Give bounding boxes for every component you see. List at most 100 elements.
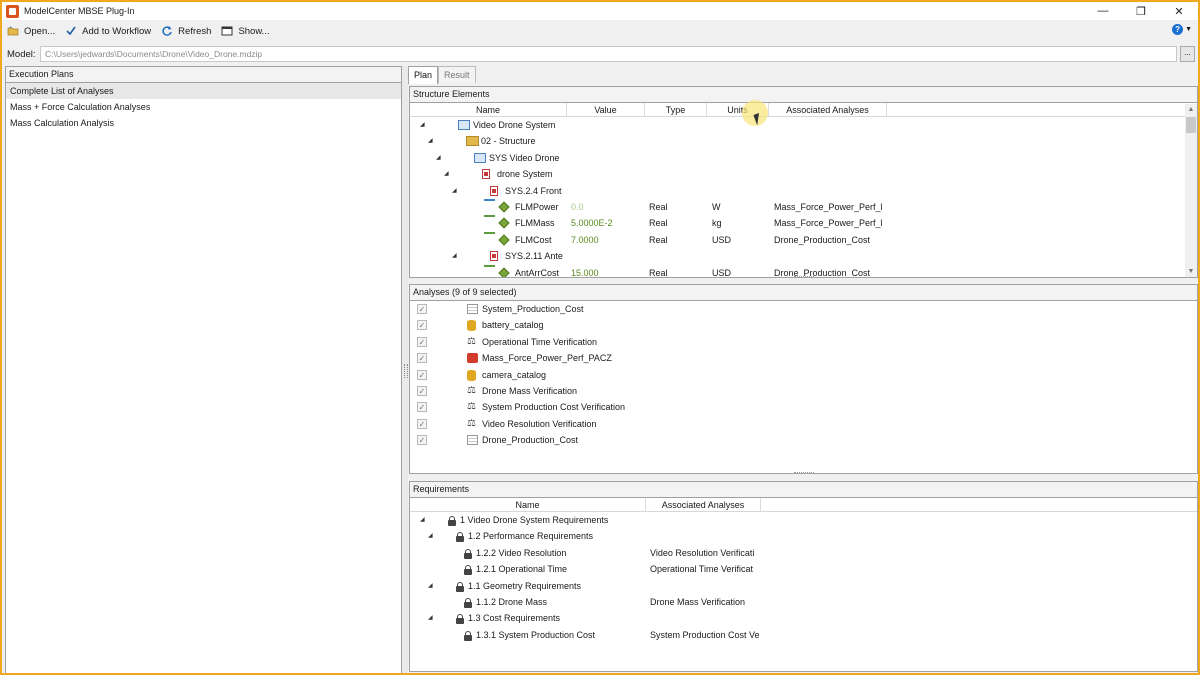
requirement-row[interactable]: 1.1.2 Drone Mass Drone Mass Verification — [410, 594, 1197, 610]
structure-units: W — [712, 201, 721, 212]
execution-plans-panel: Execution Plans Complete List of Analyse… — [5, 66, 402, 673]
analysis-item[interactable]: ✓ camera_catalog — [410, 367, 1197, 383]
analysis-checkbox[interactable]: ✓ — [417, 435, 427, 446]
structure-name: FLMCost — [515, 234, 552, 245]
add-to-workflow-button[interactable]: Add to Workflow — [60, 21, 156, 41]
expand-toggle-icon[interactable]: ◢ — [452, 248, 457, 264]
requirement-row[interactable]: 1.2.2 Video Resolution Video Resolution V… — [410, 545, 1197, 561]
structure-name: 02 - Structure — [481, 136, 536, 147]
analysis-item[interactable]: ✓ ⚖ Video Resolution Verification — [410, 416, 1197, 432]
open-button[interactable]: Open... — [2, 21, 60, 41]
requirements-panel: Requirements Name Associated Analyses ◢ 1… — [409, 481, 1198, 672]
connector-arrow-icon — [484, 231, 495, 234]
execution-plan-item[interactable]: Mass + Force Calculation Analyses — [6, 99, 401, 115]
analysis-item[interactable]: ✓ ⚖ Operational Time Verification — [410, 334, 1197, 350]
analysis-item[interactable]: ✓ Drone_Production_Cost — [410, 432, 1197, 448]
scroll-thumb[interactable] — [1186, 117, 1196, 133]
structure-type: Real — [649, 201, 668, 212]
structure-row[interactable]: ◢ drone System — [410, 166, 1197, 182]
expand-toggle-icon[interactable]: ◢ — [428, 528, 433, 544]
expand-toggle-icon[interactable]: ◢ — [444, 166, 449, 182]
column-name[interactable]: Name — [410, 498, 646, 512]
expand-toggle-icon[interactable]: ◢ — [428, 578, 433, 594]
structure-name: SYS Video Drone — [489, 152, 560, 163]
column-associated-analyses[interactable]: Associated Analyses — [769, 103, 887, 117]
column-name[interactable]: Name — [410, 103, 567, 117]
analysis-checkbox[interactable]: ✓ — [417, 304, 427, 314]
column-type[interactable]: Type — [645, 103, 707, 117]
model-path-field[interactable]: C:\Users\jedwards\Documents\Drone\Video_… — [40, 46, 1177, 62]
analysis-checkbox[interactable]: ✓ — [417, 353, 427, 364]
structure-row[interactable]: FLMCost 7.0000 Real USD Drone_Production_Cos… — [410, 231, 1197, 248]
requirement-row[interactable]: ◢ 1.1 Geometry Requirements — [410, 578, 1197, 594]
structure-units: USD — [712, 267, 732, 278]
analysis-checkbox[interactable]: ✓ — [417, 402, 427, 413]
resize-grip[interactable] — [794, 472, 814, 473]
analysis-checkbox[interactable]: ✓ — [417, 320, 427, 331]
requirement-row[interactable]: ◢ 1.2 Performance Requirements — [410, 528, 1197, 544]
structure-name: SYS.2.11 Ante — [505, 251, 563, 262]
refresh-button[interactable]: Refresh — [156, 21, 216, 41]
system-block-icon — [458, 120, 470, 130]
analysis-checkbox[interactable]: ✓ — [417, 418, 427, 429]
execution-plan-item[interactable]: Mass Calculation Analysis — [6, 115, 401, 131]
expand-toggle-icon[interactable]: ◢ — [420, 117, 425, 133]
expand-toggle-icon[interactable]: ◢ — [428, 610, 433, 626]
structure-column-header: Name Value Type Units Associated Analyse… — [410, 103, 1197, 117]
structure-value: 5.0000E-2 — [571, 218, 613, 229]
column-associated-analyses[interactable]: Associated Analyses — [646, 498, 761, 512]
structure-row[interactable]: FLMMass 5.0000E-2 Real kg Mass_Force_Power_P… — [410, 215, 1197, 231]
structure-row[interactable]: ◢ Video Drone System — [410, 117, 1197, 133]
tab-result[interactable]: Result — [438, 66, 476, 83]
maximize-button[interactable]: ❐ — [1122, 2, 1160, 20]
spreadsheet-icon — [467, 304, 478, 314]
structure-scrollbar[interactable]: ▲ ▼ — [1185, 104, 1197, 277]
analysis-item[interactable]: ✓ Mass_Force_Power_Perf_PACZ — [410, 350, 1197, 366]
structure-name: FLMPower — [515, 201, 559, 212]
requirement-row[interactable]: ◢ 1.3 Cost Requirements — [410, 610, 1197, 626]
minimize-button[interactable]: — — [1084, 2, 1122, 20]
show-button[interactable]: Show... — [216, 21, 274, 41]
requirement-row[interactable]: ◢ 1 Video Drone System Requirements — [410, 512, 1197, 528]
structure-row[interactable]: FLMPower 0.0 Real W Mass_Force_Power_Perf_Pi — [410, 198, 1197, 215]
window-controls: — ❐ ✕ — [1084, 2, 1198, 20]
main-window: ModelCenter MBSE Plug-In — ❐ ✕ Open... A… — [0, 0, 1200, 675]
structure-associated-analyses: Mass_Force_Power_Perf_Pi — [774, 201, 882, 212]
expand-toggle-icon[interactable]: ◢ — [428, 133, 433, 149]
part-block-icon — [490, 251, 498, 262]
analysis-checkbox[interactable]: ✓ — [417, 385, 427, 396]
requirement-row[interactable]: 1.2.1 Operational Time Operational Time V… — [410, 561, 1197, 577]
scroll-up-icon[interactable]: ▲ — [1185, 104, 1197, 116]
column-value[interactable]: Value — [567, 103, 645, 117]
requirement-associated-analyses: Video Resolution Verificati — [650, 547, 755, 558]
requirements-column-header: Name Associated Analyses — [410, 498, 1197, 512]
analysis-item[interactable]: ✓ battery_catalog — [410, 317, 1197, 333]
structure-row[interactable]: ◢ 02 - Structure — [410, 133, 1197, 149]
structure-row[interactable]: ◢ SYS.2.11 Ante — [410, 248, 1197, 264]
model-label: Model: — [7, 48, 36, 60]
analysis-item[interactable]: ✓ ⚖ Drone Mass Verification — [410, 383, 1197, 399]
database-icon — [467, 320, 476, 332]
close-button[interactable]: ✕ — [1160, 2, 1198, 20]
tab-plan[interactable]: Plan — [408, 66, 439, 84]
analysis-item[interactable]: ✓ System_Production_Cost — [410, 301, 1197, 317]
scale-icon: ⚖ — [467, 401, 476, 413]
analysis-checkbox[interactable]: ✓ — [417, 336, 427, 347]
structure-type: Real — [649, 234, 668, 245]
structure-name: SYS.2.4 Front — [505, 185, 562, 196]
help-menu[interactable]: ? ▼ — [1172, 24, 1192, 35]
expand-toggle-icon[interactable]: ◢ — [452, 183, 457, 199]
analysis-item[interactable]: ✓ ⚖ System Production Cost Verification — [410, 399, 1197, 415]
analysis-checkbox[interactable]: ✓ — [417, 369, 427, 380]
expand-toggle-icon[interactable]: ◢ — [436, 150, 441, 166]
execution-plan-item[interactable]: Complete List of Analyses — [6, 83, 401, 99]
analysis-label: Operational Time Verification — [482, 336, 598, 347]
structure-row[interactable]: ◢ SYS.2.4 Front — [410, 183, 1197, 199]
structure-row[interactable]: ◢ SYS Video Drone — [410, 150, 1197, 166]
browse-button[interactable]: ... — [1180, 46, 1195, 62]
requirement-row[interactable]: 1.3.1 System Production Cost System Produ… — [410, 627, 1197, 643]
structure-value: 0.0 — [571, 201, 584, 212]
expand-toggle-icon[interactable]: ◢ — [420, 512, 425, 528]
scroll-down-icon[interactable]: ▼ — [1185, 266, 1197, 277]
panel-splitter[interactable] — [402, 66, 408, 673]
